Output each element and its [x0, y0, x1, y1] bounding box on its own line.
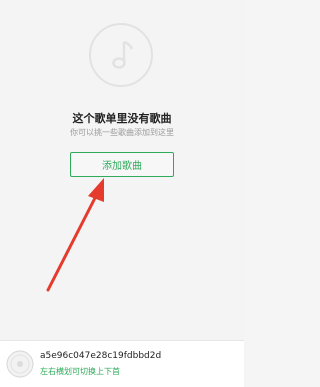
album-disc-icon [6, 350, 34, 378]
add-songs-button[interactable]: 添加歌曲 [70, 152, 174, 177]
empty-playlist-area: 这个歌单里没有歌曲 你可以挑一些歌曲添加到这里 添加歌曲 [0, 0, 244, 340]
swipe-hint: 左右横划可切换上下首 [40, 367, 120, 376]
track-title: a5e96c047e28c19fdbbd2d [40, 351, 162, 361]
music-disc-icon [89, 23, 153, 87]
empty-subtitle: 你可以挑一些歌曲添加到这里 [70, 128, 174, 137]
playlist-screen: 这个歌单里没有歌曲 你可以挑一些歌曲添加到这里 添加歌曲 a5e96c047e2… [0, 0, 244, 387]
empty-title: 这个歌单里没有歌曲 [72, 112, 172, 125]
mini-player-bar[interactable]: a5e96c047e28c19fdbbd2d 左右横划可切换上下首 [0, 340, 244, 387]
